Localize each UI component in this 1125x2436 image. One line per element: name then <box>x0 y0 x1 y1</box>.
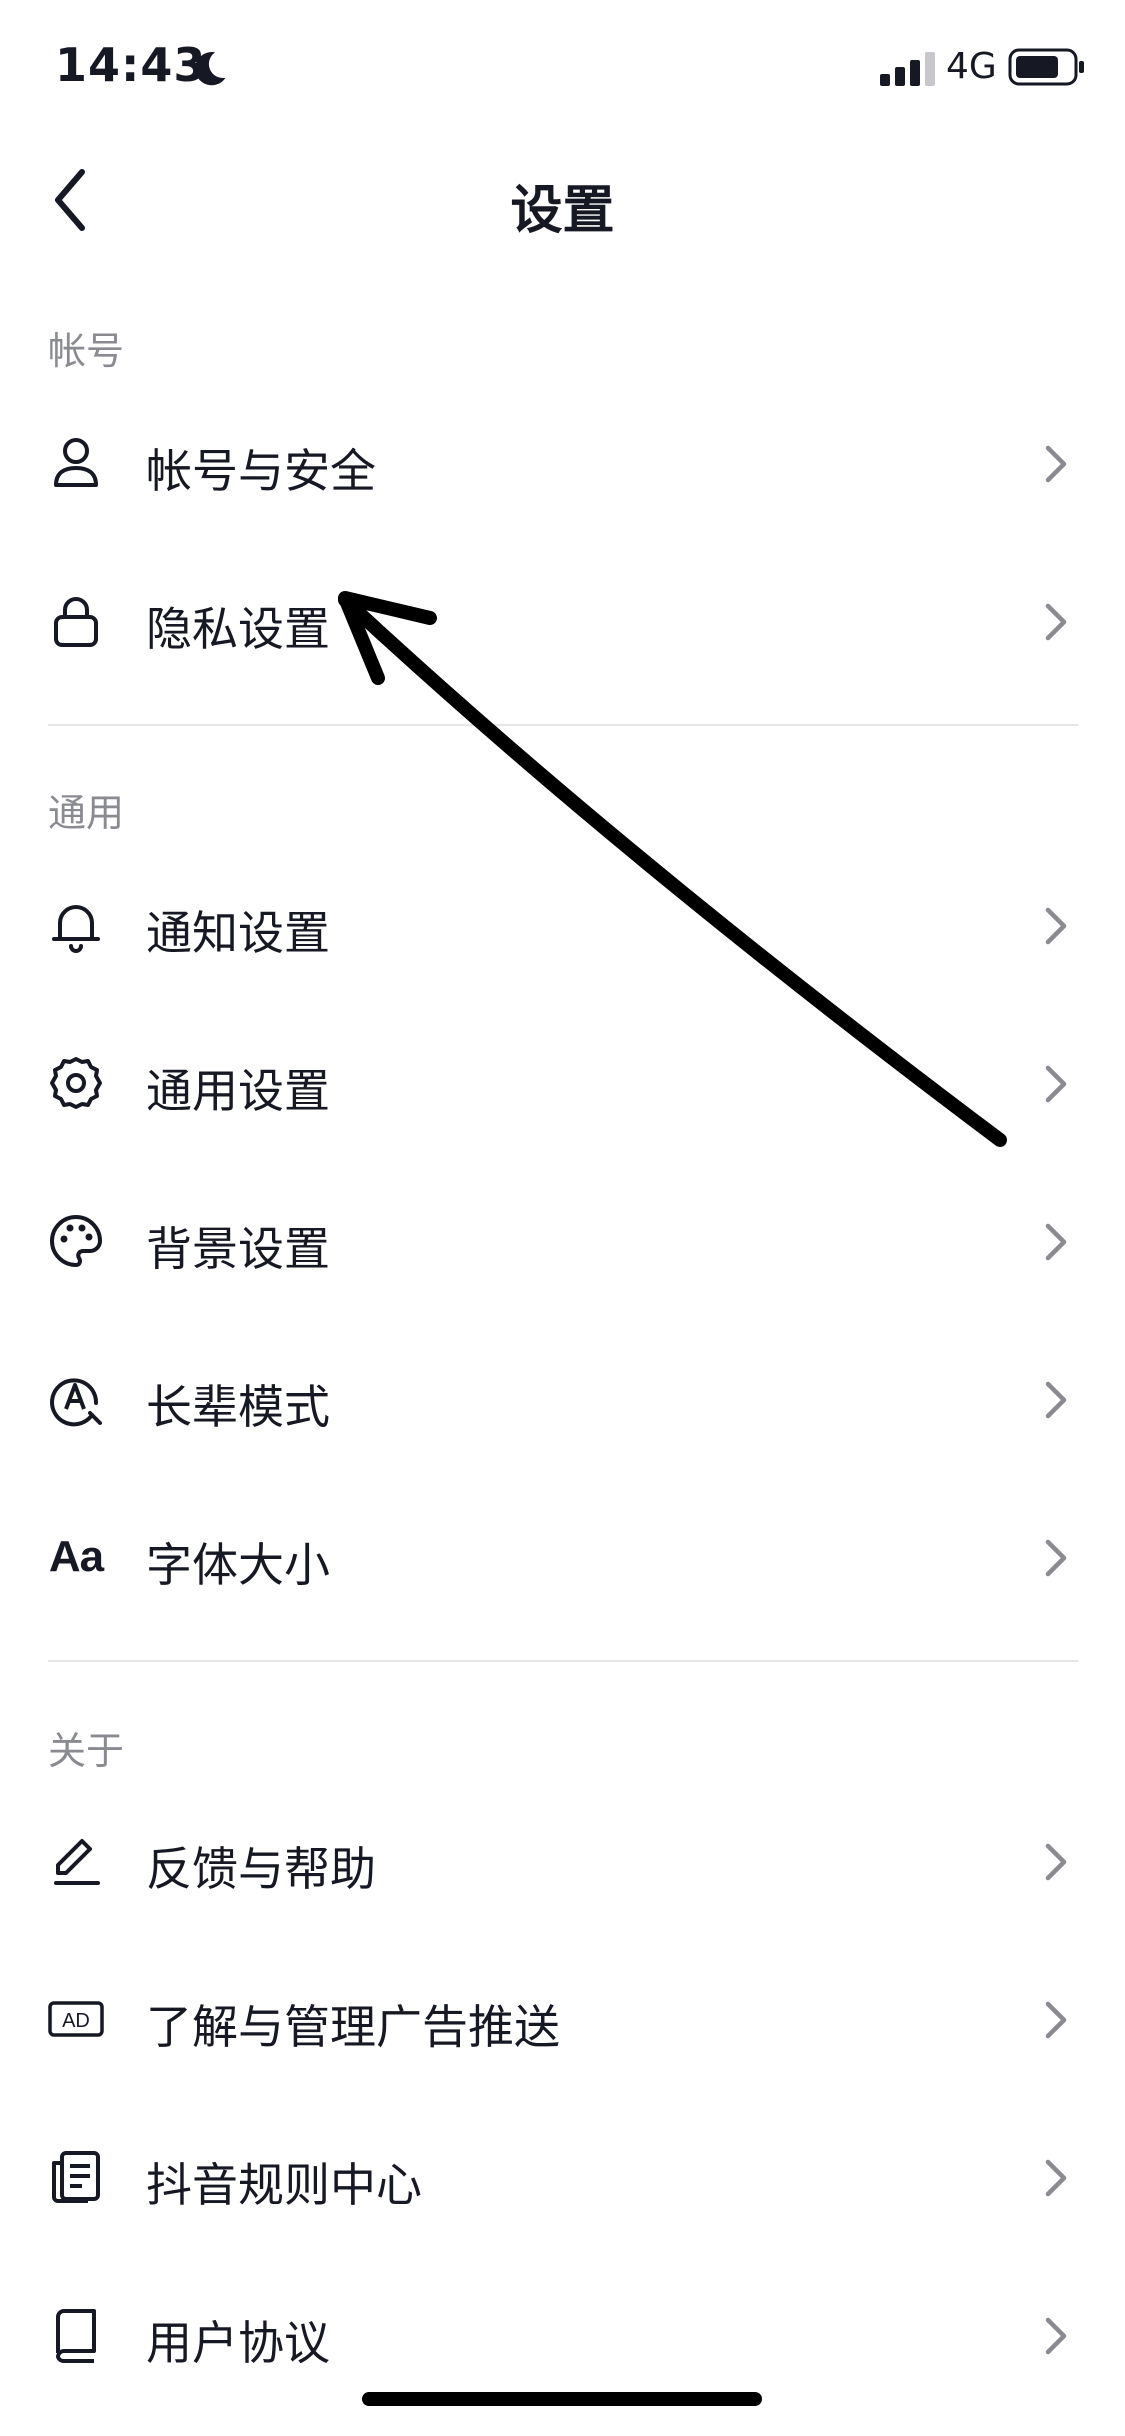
moon-icon <box>195 52 226 86</box>
settings-row-privacy[interactable]: 隐私设置 <box>0 546 1125 696</box>
chevron-right-icon <box>1045 1065 1067 1103</box>
chevron-right-icon <box>1045 1381 1067 1419</box>
section-divider <box>48 1660 1078 1662</box>
chevron-right-icon <box>1045 1539 1067 1577</box>
battery-icon <box>1008 48 1084 86</box>
book-icon <box>48 2307 104 2363</box>
settings-row-elder-mode[interactable]: 长辈模式 <box>0 1324 1125 1474</box>
home-indicator[interactable] <box>362 2392 762 2406</box>
row-label: 字体大小 <box>146 1538 330 1592</box>
row-label: 反馈与帮助 <box>146 1842 376 1896</box>
section-header-general: 通用 <box>48 791 125 835</box>
ad-icon: AD <box>48 1991 104 2047</box>
settings-row-user-agreement[interactable]: 用户协议 <box>0 2260 1125 2410</box>
row-label: 抖音规则中心 <box>146 2158 422 2212</box>
lock-icon <box>48 593 104 649</box>
settings-row-feedback[interactable]: 反馈与帮助 <box>0 1786 1125 1936</box>
nav-bar: 设置 <box>0 140 1125 260</box>
signal-icon <box>880 52 935 86</box>
palette-icon <box>48 1213 104 1269</box>
ad-icon-text: AD <box>62 2010 90 2032</box>
network-label: 4G <box>946 46 997 87</box>
section-divider <box>48 724 1078 726</box>
row-label: 通用设置 <box>146 1064 330 1118</box>
chevron-right-icon <box>1045 2317 1067 2355</box>
settings-row-general[interactable]: 通用设置 <box>0 1008 1125 1158</box>
gear-icon <box>48 1055 104 1111</box>
settings-row-font-size[interactable]: Aa 字体大小 <box>0 1482 1125 1632</box>
settings-row-rules-center[interactable]: 抖音规则中心 <box>0 2102 1125 2252</box>
chevron-right-icon <box>1045 2001 1067 2039</box>
settings-row-ad-management[interactable]: AD 了解与管理广告推送 <box>0 1944 1125 2094</box>
row-label: 通知设置 <box>146 906 330 960</box>
status-time: 14:43 <box>55 38 207 92</box>
chevron-right-icon <box>1045 1843 1067 1881</box>
settings-row-account-security[interactable]: 帐号与安全 <box>0 388 1125 538</box>
status-bar: 14:43 4G <box>0 0 1125 140</box>
elder-mode-icon <box>48 1371 104 1427</box>
row-label: 背景设置 <box>146 1222 330 1276</box>
chevron-right-icon <box>1045 445 1067 483</box>
section-header-account: 帐号 <box>48 329 125 373</box>
font-size-icon: Aa <box>48 1529 104 1585</box>
settings-row-notifications[interactable]: 通知设置 <box>0 850 1125 1000</box>
edit-icon <box>48 1833 104 1889</box>
font-size-icon-text: Aa <box>48 1532 104 1581</box>
chevron-right-icon <box>1045 603 1067 641</box>
user-icon <box>48 435 104 491</box>
chevron-right-icon <box>1045 907 1067 945</box>
row-label: 隐私设置 <box>146 602 330 656</box>
page-title: 设置 <box>510 181 615 241</box>
bell-icon <box>48 897 104 953</box>
chevron-right-icon <box>1045 1223 1067 1261</box>
row-label: 了解与管理广告推送 <box>146 2000 560 2054</box>
row-label: 用户协议 <box>146 2316 330 2370</box>
section-header-about: 关于 <box>48 1729 125 1773</box>
row-label: 帐号与安全 <box>146 444 376 498</box>
settings-row-background[interactable]: 背景设置 <box>0 1166 1125 1316</box>
rules-doc-icon <box>48 2149 104 2205</box>
row-label: 长辈模式 <box>146 1380 330 1434</box>
chevron-right-icon <box>1045 2159 1067 2197</box>
